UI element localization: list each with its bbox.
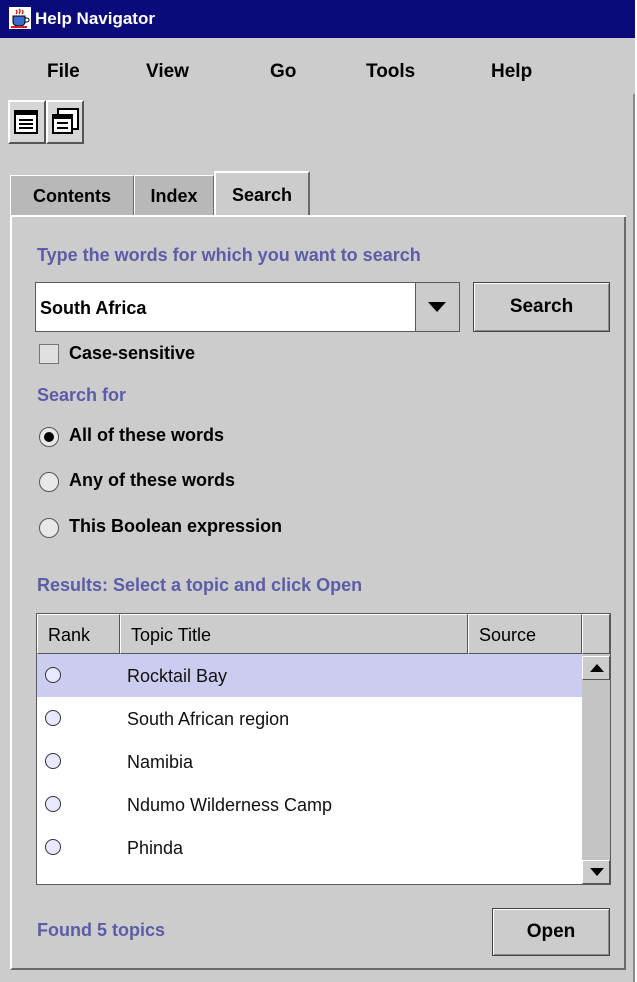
rank-circle-icon	[45, 796, 61, 812]
menu-tools[interactable]: Tools	[366, 38, 415, 94]
case-sensitive-label: Case-sensitive	[69, 343, 196, 363]
results-count-status: Found 5 topics	[37, 920, 165, 940]
rank-circle-icon	[45, 839, 61, 855]
rank-circle-icon	[45, 667, 61, 683]
column-header-corner	[582, 614, 610, 654]
topic-title: Rocktail Bay	[127, 666, 228, 686]
table-row[interactable]: Phinda	[37, 826, 582, 869]
option-any-words-label: Any of these words	[69, 470, 236, 490]
search-for-label: Search for	[37, 385, 127, 405]
help-navigator-window: Help Navigator File View Go Tools Help C…	[0, 0, 635, 982]
topic-title: Phinda	[127, 838, 184, 858]
rank-circle-icon	[45, 753, 61, 769]
open-button[interactable]: Open	[492, 908, 610, 956]
menu-help[interactable]: Help	[491, 38, 532, 94]
radio-boolean-expression[interactable]	[39, 518, 59, 538]
scroll-down-arrow-icon[interactable]	[582, 860, 610, 884]
tab-index[interactable]: Index	[134, 175, 214, 215]
column-header-topic-title[interactable]: Topic Title	[120, 614, 468, 654]
radio-any-words[interactable]	[39, 472, 59, 492]
results-scrollbar[interactable]	[582, 654, 610, 884]
menu-bar: File View Go Tools Help	[0, 38, 635, 94]
search-button[interactable]: Search	[473, 282, 610, 332]
column-header-source[interactable]: Source	[468, 614, 582, 654]
topic-title: Ndumo Wilderness Camp	[127, 795, 333, 815]
option-boolean-label: This Boolean expression	[69, 516, 283, 536]
case-sensitive-checkbox[interactable]	[39, 344, 59, 364]
table-row[interactable]: Namibia	[37, 740, 582, 783]
print-icon	[52, 108, 79, 134]
column-header-rank[interactable]: Rank	[37, 614, 120, 654]
search-history-dropdown-button[interactable]	[415, 282, 460, 332]
topic-title: Namibia	[127, 752, 194, 772]
toc-sync-icon	[14, 110, 38, 134]
tab-search[interactable]: Search	[214, 171, 310, 215]
topic-title: South African region	[127, 709, 290, 729]
table-row[interactable]: South African region	[37, 697, 582, 740]
toc-sync-button[interactable]	[8, 100, 46, 144]
radio-all-words[interactable]	[39, 427, 59, 447]
option-all-words-label: All of these words	[69, 425, 225, 445]
table-row[interactable]: Ndumo Wilderness Camp	[37, 783, 582, 826]
scroll-up-arrow-icon[interactable]	[582, 656, 610, 680]
menu-go[interactable]: Go	[270, 38, 296, 94]
title-bar[interactable]: Help Navigator	[0, 0, 635, 38]
results-label: Results: Select a topic and click Open	[37, 575, 363, 595]
results-table: Rank Topic Title Source Rocktail Bay Sou…	[36, 613, 611, 885]
table-row[interactable]: Rocktail Bay	[37, 654, 582, 697]
menu-file[interactable]: File	[47, 38, 80, 94]
search-query: South Africa	[40, 298, 147, 318]
menu-view[interactable]: View	[146, 38, 189, 94]
panel-divider	[10, 215, 626, 217]
search-prompt-label: Type the words for which you want to sea…	[37, 245, 421, 265]
print-button[interactable]	[46, 100, 84, 144]
java-cup-icon	[9, 7, 31, 29]
rank-circle-icon	[45, 710, 61, 726]
toolbar	[0, 94, 635, 152]
tab-contents[interactable]: Contents	[10, 175, 134, 215]
search-input[interactable]: South Africa	[35, 282, 460, 332]
window-title: Help Navigator	[35, 9, 155, 28]
